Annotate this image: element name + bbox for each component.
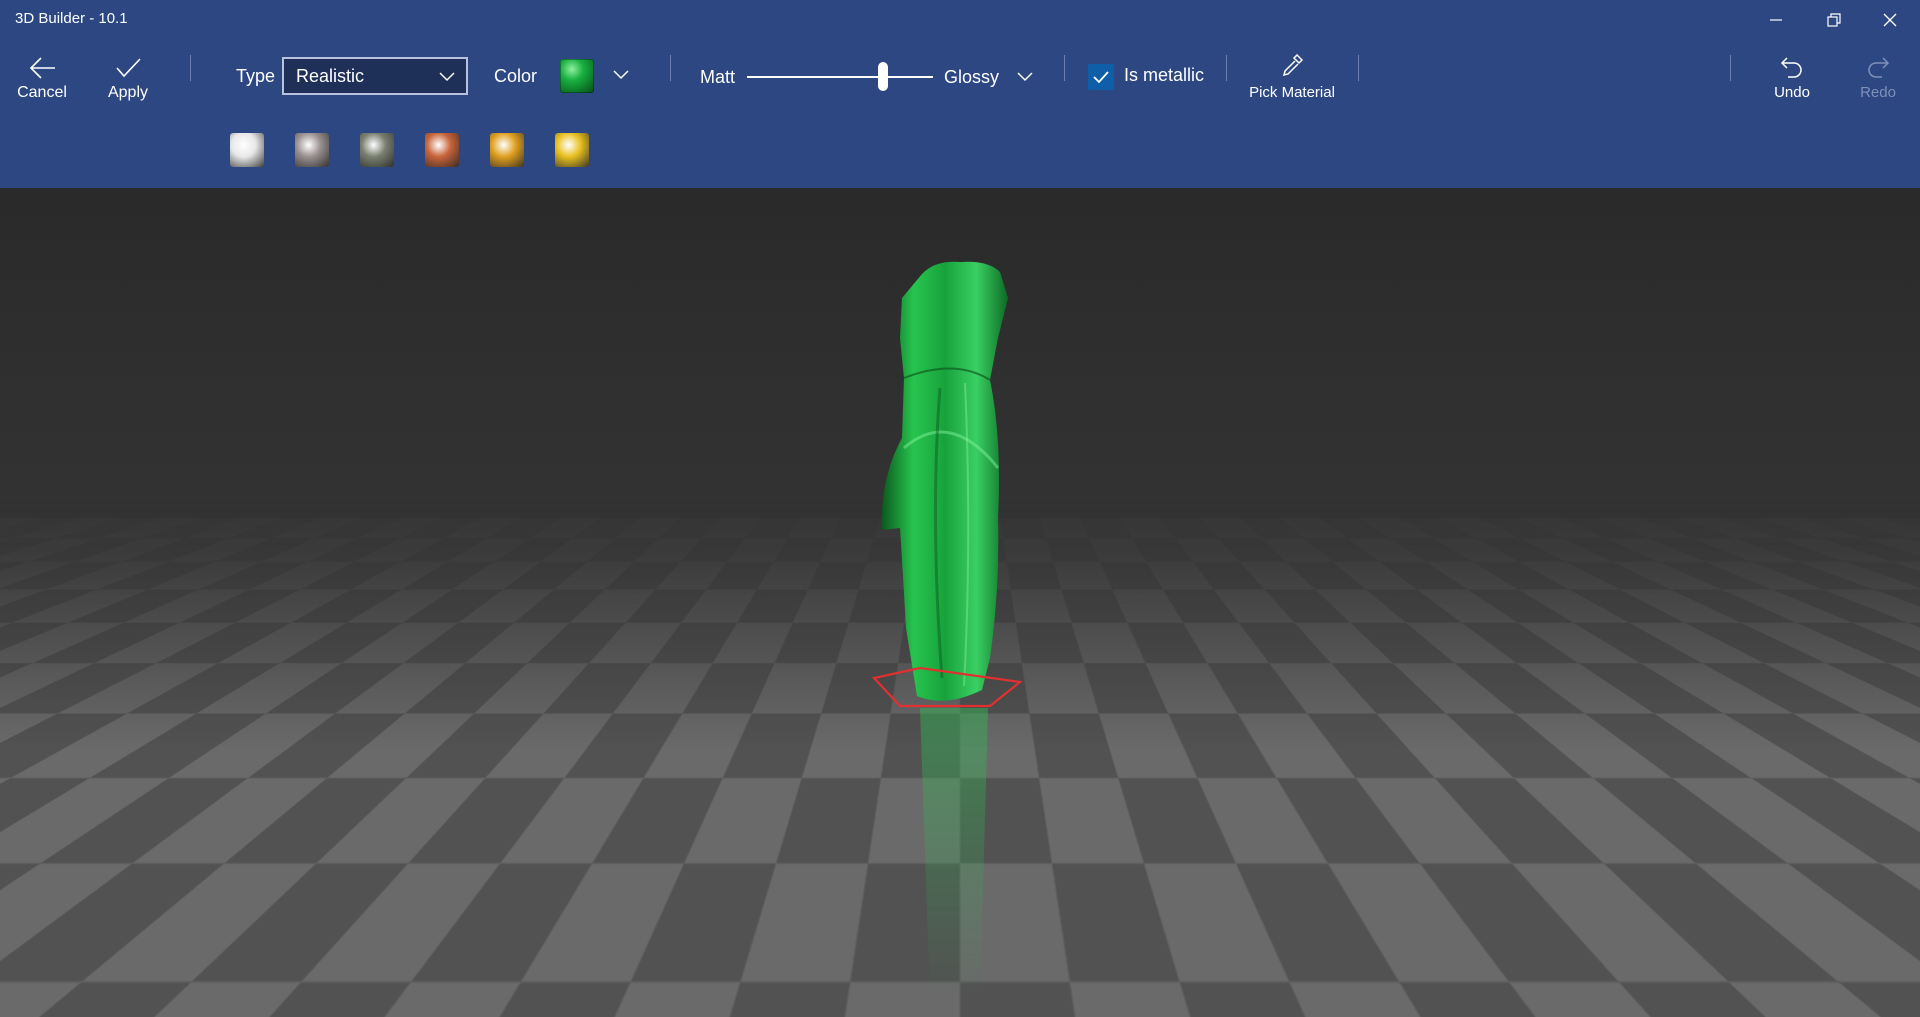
toolbar: 3D Builder - 10.1 Cancel Apply Type Real… xyxy=(0,0,1920,188)
restore-icon xyxy=(1827,13,1841,27)
ruler-label: 300 mm xyxy=(1600,767,1647,782)
ruler-label: 50 mm xyxy=(498,772,538,787)
redo-button[interactable]: Redo xyxy=(1838,54,1918,101)
redo-label: Redo xyxy=(1860,84,1896,101)
separator xyxy=(1064,55,1065,81)
ruler-label: 0 mm xyxy=(268,772,301,787)
material-preset-yellow-gold[interactable] xyxy=(555,133,589,167)
window-title: 3D Builder - 10.1 xyxy=(15,10,128,27)
pick-material-label: Pick Material xyxy=(1249,84,1335,101)
separator xyxy=(190,55,191,81)
matt-label: Matt xyxy=(700,67,736,87)
dress-model xyxy=(871,261,1023,998)
ruler-label: 100 mm xyxy=(722,771,769,786)
3d-viewport[interactable]: 0 mm 50 mm 100 mm 150 mm 200 mm 250 mm 3… xyxy=(0,188,1920,1017)
cancel-button[interactable]: Cancel xyxy=(2,56,82,102)
metallic-checkbox[interactable] xyxy=(1088,64,1114,90)
material-preset-copper[interactable] xyxy=(425,133,459,167)
apply-button[interactable]: Apply xyxy=(88,56,168,102)
ruler-label: 350 mm xyxy=(1810,766,1857,781)
chevron-down-icon xyxy=(1017,72,1033,82)
chevron-down-icon xyxy=(439,72,455,82)
undo-label: Undo xyxy=(1774,84,1810,101)
material-preset-silver[interactable] xyxy=(230,133,264,167)
material-preset-titanium[interactable] xyxy=(360,133,394,167)
separator xyxy=(1358,55,1359,81)
color-dropdown-button[interactable] xyxy=(612,66,630,87)
separator xyxy=(670,55,671,81)
eyedropper-icon xyxy=(1282,53,1304,77)
checkmark-icon xyxy=(116,58,141,78)
separator xyxy=(1730,55,1731,81)
dress-body xyxy=(881,261,1008,701)
color-label: Color xyxy=(494,66,538,86)
ruler-label: 250 mm xyxy=(1382,768,1429,783)
chevron-down-icon xyxy=(613,70,629,80)
checkmark-icon xyxy=(1093,71,1109,84)
undo-button[interactable]: Undo xyxy=(1752,54,1832,101)
glossiness-dropdown-button[interactable] xyxy=(1016,68,1034,89)
minimize-button[interactable] xyxy=(1748,0,1804,40)
color-swatch-button[interactable] xyxy=(560,59,594,93)
close-icon xyxy=(1883,13,1897,27)
type-label: Type xyxy=(236,66,276,86)
apply-label: Apply xyxy=(107,84,149,101)
type-value: Realistic xyxy=(296,65,365,86)
pick-material-button[interactable]: Pick Material xyxy=(1242,52,1342,101)
undo-icon xyxy=(1780,57,1802,78)
minimize-icon xyxy=(1770,19,1782,21)
back-arrow-icon xyxy=(29,57,55,79)
glossy-label: Glossy xyxy=(944,67,1000,87)
ruler-label: 200 mm xyxy=(1162,769,1209,784)
cancel-label: Cancel xyxy=(17,84,67,101)
material-preset-gold[interactable] xyxy=(490,133,524,167)
material-preset-platinum[interactable] xyxy=(295,133,329,167)
dress-reflection xyxy=(920,708,988,998)
separator xyxy=(1226,55,1227,81)
type-dropdown[interactable]: Realistic xyxy=(282,57,468,95)
slider-thumb[interactable] xyxy=(877,62,888,91)
close-button[interactable] xyxy=(1862,0,1918,40)
glossiness-slider[interactable] xyxy=(747,76,933,78)
restore-button[interactable] xyxy=(1806,0,1862,40)
metallic-label: Is metallic xyxy=(1124,65,1205,85)
redo-icon xyxy=(1868,57,1890,78)
